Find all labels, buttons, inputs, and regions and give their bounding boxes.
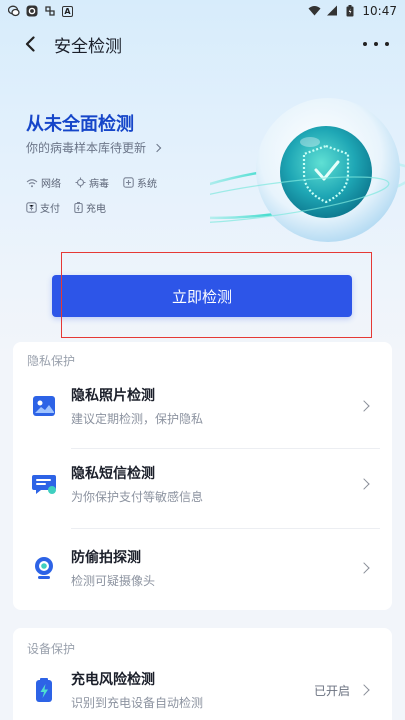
highlight-annotation-box xyxy=(61,252,372,338)
list-item-title: 隐私短信检测 xyxy=(71,466,155,482)
hero-title: 从未全面检测 xyxy=(26,114,134,135)
notification-a-icon: A xyxy=(62,5,73,17)
chevron-right-icon xyxy=(358,562,370,574)
list-item-description: 检测可疑摄像头 xyxy=(71,574,156,588)
feature-label: 网络 xyxy=(41,179,61,190)
wechat-icon xyxy=(7,5,20,17)
charging-icon xyxy=(74,202,83,213)
status-bar: A 10:47 xyxy=(0,0,405,22)
shield-app-icon xyxy=(26,5,38,17)
list-item-title: 隐私照片检测 xyxy=(71,388,155,404)
privacy-protection-card: 隐私保护 隐私照片检测 建议定期检测，保护隐私 隐私短信检测 为你保护支付等敏感… xyxy=(13,342,392,610)
feature-payment: 支付 xyxy=(26,200,60,215)
wifi-icon xyxy=(308,5,321,17)
feature-row-2: 支付 充电 xyxy=(26,200,106,215)
status-left-icons: A xyxy=(7,5,73,17)
status-time: 10:47 xyxy=(362,4,397,18)
status-enabled-label: 已开启 xyxy=(313,683,350,698)
list-item-title: 充电风险检测 xyxy=(71,672,155,688)
virus-icon xyxy=(75,177,86,188)
hub-icon xyxy=(44,5,56,17)
feature-label: 病毒 xyxy=(89,179,109,190)
photo-icon xyxy=(33,396,55,416)
signal-icon xyxy=(326,5,338,17)
payment-icon xyxy=(26,202,37,213)
back-arrow-icon xyxy=(25,36,35,52)
list-item-description: 为你保护支付等敏感信息 xyxy=(71,490,204,504)
chevron-right-icon xyxy=(358,400,370,412)
feature-network: 网络 xyxy=(26,175,61,190)
more-dot-icon xyxy=(374,42,378,46)
chevron-right-icon xyxy=(152,143,162,152)
more-dot-icon xyxy=(385,42,389,46)
back-button[interactable] xyxy=(8,26,52,62)
list-item-private-photos[interactable]: 隐私照片检测 建议定期检测，保护隐私 xyxy=(13,364,392,448)
feature-label: 支付 xyxy=(40,204,60,215)
feature-label: 系统 xyxy=(137,179,157,190)
list-item-title: 防偷拍探测 xyxy=(71,550,141,566)
more-dot-icon xyxy=(363,42,367,46)
camera-icon xyxy=(35,557,53,579)
security-globe-illustration xyxy=(150,82,405,262)
wifi-outline-icon xyxy=(26,178,38,187)
chevron-right-icon xyxy=(358,478,370,490)
list-item-anti-spy-camera[interactable]: 防偷拍探测 检测可疑摄像头 xyxy=(13,526,392,610)
feature-virus: 病毒 xyxy=(75,175,109,190)
battery-charge-icon xyxy=(36,678,52,702)
app-header: 安全检测 xyxy=(0,26,405,62)
sms-icon xyxy=(32,475,56,494)
more-options-button[interactable] xyxy=(363,34,389,54)
device-protection-card: 设备保护 充电风险检测 识别到充电设备自动检测 已开启 xyxy=(13,628,392,720)
status-right-icons: 10:47 xyxy=(308,4,397,18)
list-item-private-sms[interactable]: 隐私短信检测 为你保护支付等敏感信息 xyxy=(13,442,392,526)
list-item-charging-risk[interactable]: 充电风险检测 识别到充电设备自动检测 已开启 xyxy=(13,648,392,720)
feature-charging: 充电 xyxy=(74,200,106,215)
feature-row-1: 网络 病毒 系统 xyxy=(26,175,157,190)
system-icon xyxy=(123,177,134,188)
page-title: 安全检测 xyxy=(54,36,122,57)
feature-label: 充电 xyxy=(86,204,106,215)
battery-icon xyxy=(344,5,356,17)
feature-system: 系统 xyxy=(123,175,157,190)
chevron-right-icon xyxy=(358,684,370,696)
virus-db-update-link[interactable]: 你的病毒样本库待更新 xyxy=(26,139,162,156)
list-item-description: 建议定期检测，保护隐私 xyxy=(71,412,204,426)
hero-subtitle: 你的病毒样本库待更新 xyxy=(26,141,147,155)
list-item-description: 识别到充电设备自动检测 xyxy=(71,696,204,710)
